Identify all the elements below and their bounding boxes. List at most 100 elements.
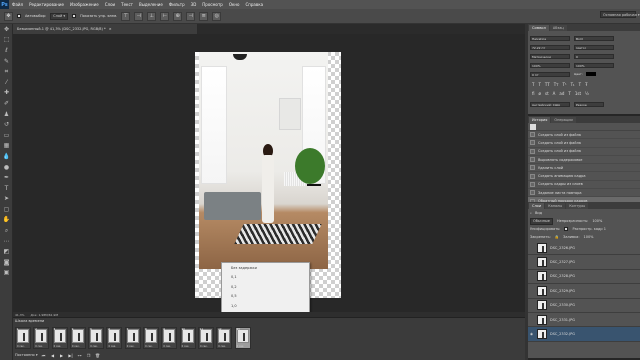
tab-actions[interactable]: Операции [551, 117, 576, 123]
gradient-tool-icon[interactable]: ▦ [0, 141, 13, 152]
path-select-tool-icon[interactable]: ➤ [0, 194, 13, 205]
align-right-icon[interactable]: ⊣ [186, 11, 196, 21]
menu-3d[interactable]: 3D [188, 2, 200, 7]
autoselect-checkbox[interactable] [17, 14, 21, 18]
layer-row[interactable]: DSC_2328.JPG [528, 270, 640, 285]
strikethrough-icon[interactable]: Ŧ [585, 82, 587, 87]
antialias-select[interactable]: Резкое [574, 102, 604, 107]
frame-delay[interactable]: 0 сек. [163, 345, 171, 348]
delay-option[interactable]: Без задержки [222, 263, 309, 273]
layer-row[interactable]: DSC_2330.JPG [528, 299, 640, 313]
font-size-field[interactable]: 72,22 пт [530, 45, 570, 50]
frame-delay[interactable]: 0 сек. [90, 345, 98, 348]
lock-icon[interactable]: 🔒 [555, 235, 559, 239]
pen-tool-icon[interactable]: ✒ [0, 172, 13, 183]
eyedropper-tool-icon[interactable]: ⁄ [0, 77, 13, 88]
faux-italic-icon[interactable]: T [538, 82, 540, 87]
delay-option[interactable]: 0,2 [222, 282, 309, 292]
timeline-frame[interactable]: 13 0 сек. [234, 327, 251, 349]
language-select[interactable]: Английский: США [530, 102, 570, 107]
menu-edit[interactable]: Редактирование [26, 2, 67, 7]
workspace-dropdown[interactable]: Основная рабочая ▾ [600, 11, 640, 18]
distribute-icon[interactable]: ≡ [199, 11, 209, 21]
layer-row[interactable]: DSC_2331.JPG [528, 313, 640, 328]
underline-icon[interactable]: T [579, 82, 581, 87]
frame-delay[interactable]: 0 сек. [54, 345, 62, 348]
text-color-swatch[interactable] [586, 72, 596, 76]
blend-mode-select[interactable]: Обычные [530, 217, 553, 225]
menu-filter[interactable]: Фильтр [166, 2, 188, 7]
layer-kind-filter[interactable]: Вид [535, 211, 542, 215]
menu-image[interactable]: Изображение [67, 2, 102, 7]
frame-delay[interactable]: 0 сек. [127, 345, 135, 348]
subscript-icon[interactable]: T₁ [571, 82, 575, 87]
tab-channels[interactable]: Каналы [545, 203, 566, 209]
layer-row[interactable]: DSC_2327.JPG [528, 255, 640, 270]
dodge-tool-icon[interactable]: ● [0, 162, 13, 173]
layer-row[interactable]: DSC_2326.JPG [528, 241, 640, 256]
timeline-frame[interactable]: 1 0 сек. [15, 327, 31, 349]
timeline-frame[interactable]: 5 0 сек. [88, 327, 105, 349]
opacity-value[interactable]: 100% [592, 219, 602, 223]
quick-mask-icon[interactable]: ◙ [0, 257, 13, 268]
frame-delay[interactable]: 0 сек. [72, 345, 80, 348]
align-left-icon[interactable]: ⊢ [160, 11, 170, 21]
menu-layers[interactable]: Слои [102, 2, 118, 7]
tab-history[interactable]: История [529, 117, 551, 123]
frame-delay[interactable]: 0 сек. [17, 345, 25, 348]
horizontal-scale-field[interactable]: 100% [574, 63, 614, 68]
delay-option[interactable]: 0,5 [222, 292, 309, 302]
small-caps-icon[interactable]: Tт [554, 82, 559, 87]
tab-paths[interactable]: Контуры [566, 203, 589, 209]
fill-value[interactable]: 100% [584, 235, 594, 239]
font-style-select[interactable]: Bold [574, 36, 614, 41]
color-swatches-icon[interactable]: ◩ [0, 246, 13, 257]
autoselect-dropdown[interactable]: Слой ▾ [50, 12, 69, 20]
timeline-frame[interactable]: 11 0 сек. [197, 327, 214, 349]
frame-delay[interactable]: 0 сек. [108, 345, 116, 348]
align-top-icon[interactable]: ⊤ [121, 11, 131, 21]
play-icon[interactable]: ▶ [59, 352, 65, 358]
timeline-frame[interactable]: 6 0 сек. [106, 327, 123, 349]
first-frame-icon[interactable]: ⏮ [41, 352, 47, 358]
kerning-field[interactable]: Метрически [530, 54, 570, 59]
menu-view[interactable]: Просмотр [199, 2, 226, 7]
frame-delay[interactable]: 0 сек. [218, 345, 226, 348]
timeline-frame[interactable]: 9 0 сек. [161, 327, 178, 349]
superscript-icon[interactable]: T¹ [563, 82, 567, 87]
history-item[interactable]: Задание листа повтора [528, 189, 640, 198]
timeline-frame[interactable]: 2 0 сек. [33, 327, 50, 349]
tab-paragraph[interactable]: Абзац [549, 25, 567, 31]
healing-tool-icon[interactable]: ✚ [0, 88, 13, 99]
history-item[interactable]: Создать кадры из слоев [528, 181, 640, 190]
screen-mode-icon[interactable]: ▣ [0, 268, 13, 279]
prev-frame-icon[interactable]: ◀ [50, 352, 56, 358]
zoom-tool-icon[interactable]: ⌕ [0, 225, 13, 236]
propagate-checkbox[interactable] [564, 227, 569, 231]
delete-frame-icon[interactable]: 🗑 [95, 352, 101, 358]
timeline-frame[interactable]: 4 0 сек. [69, 327, 86, 349]
timeline-frame[interactable]: 10 0 сек. [179, 327, 196, 349]
history-snapshot-row[interactable] [528, 123, 640, 131]
frame-delay[interactable]: 0 сек. [182, 345, 190, 348]
menu-window[interactable]: Окно [226, 2, 243, 7]
menu-file[interactable]: Файл [9, 2, 26, 7]
type-tool-icon[interactable]: T [0, 183, 13, 194]
eraser-tool-icon[interactable]: ▭ [0, 130, 13, 141]
timeline-frame[interactable]: 8 0 сек. [143, 327, 160, 349]
timeline-frame[interactable]: 12 0 сек. [216, 327, 233, 349]
fractions-icon[interactable]: ½ [585, 91, 589, 96]
discretionary-ligatures-icon[interactable]: st [545, 91, 549, 96]
history-brush-tool-icon[interactable]: ↺ [0, 119, 13, 130]
swash-icon[interactable]: A [553, 91, 556, 96]
zoom-level[interactable]: 41,3% [15, 313, 25, 317]
align-center-icon[interactable]: ⊕ [173, 11, 183, 21]
font-family-select[interactable]: Helvetica [530, 36, 570, 41]
move-tool-icon[interactable]: ✥ [0, 24, 13, 35]
all-caps-icon[interactable]: TT [545, 82, 550, 87]
tab-character[interactable]: Символ [529, 25, 549, 31]
stylistic-alternates-icon[interactable]: ad [559, 91, 564, 96]
marquee-tool-icon[interactable]: ⬚ [0, 35, 13, 46]
menu-select[interactable]: Выделение [136, 2, 166, 7]
hand-tool-icon[interactable]: ✋ [0, 215, 13, 226]
